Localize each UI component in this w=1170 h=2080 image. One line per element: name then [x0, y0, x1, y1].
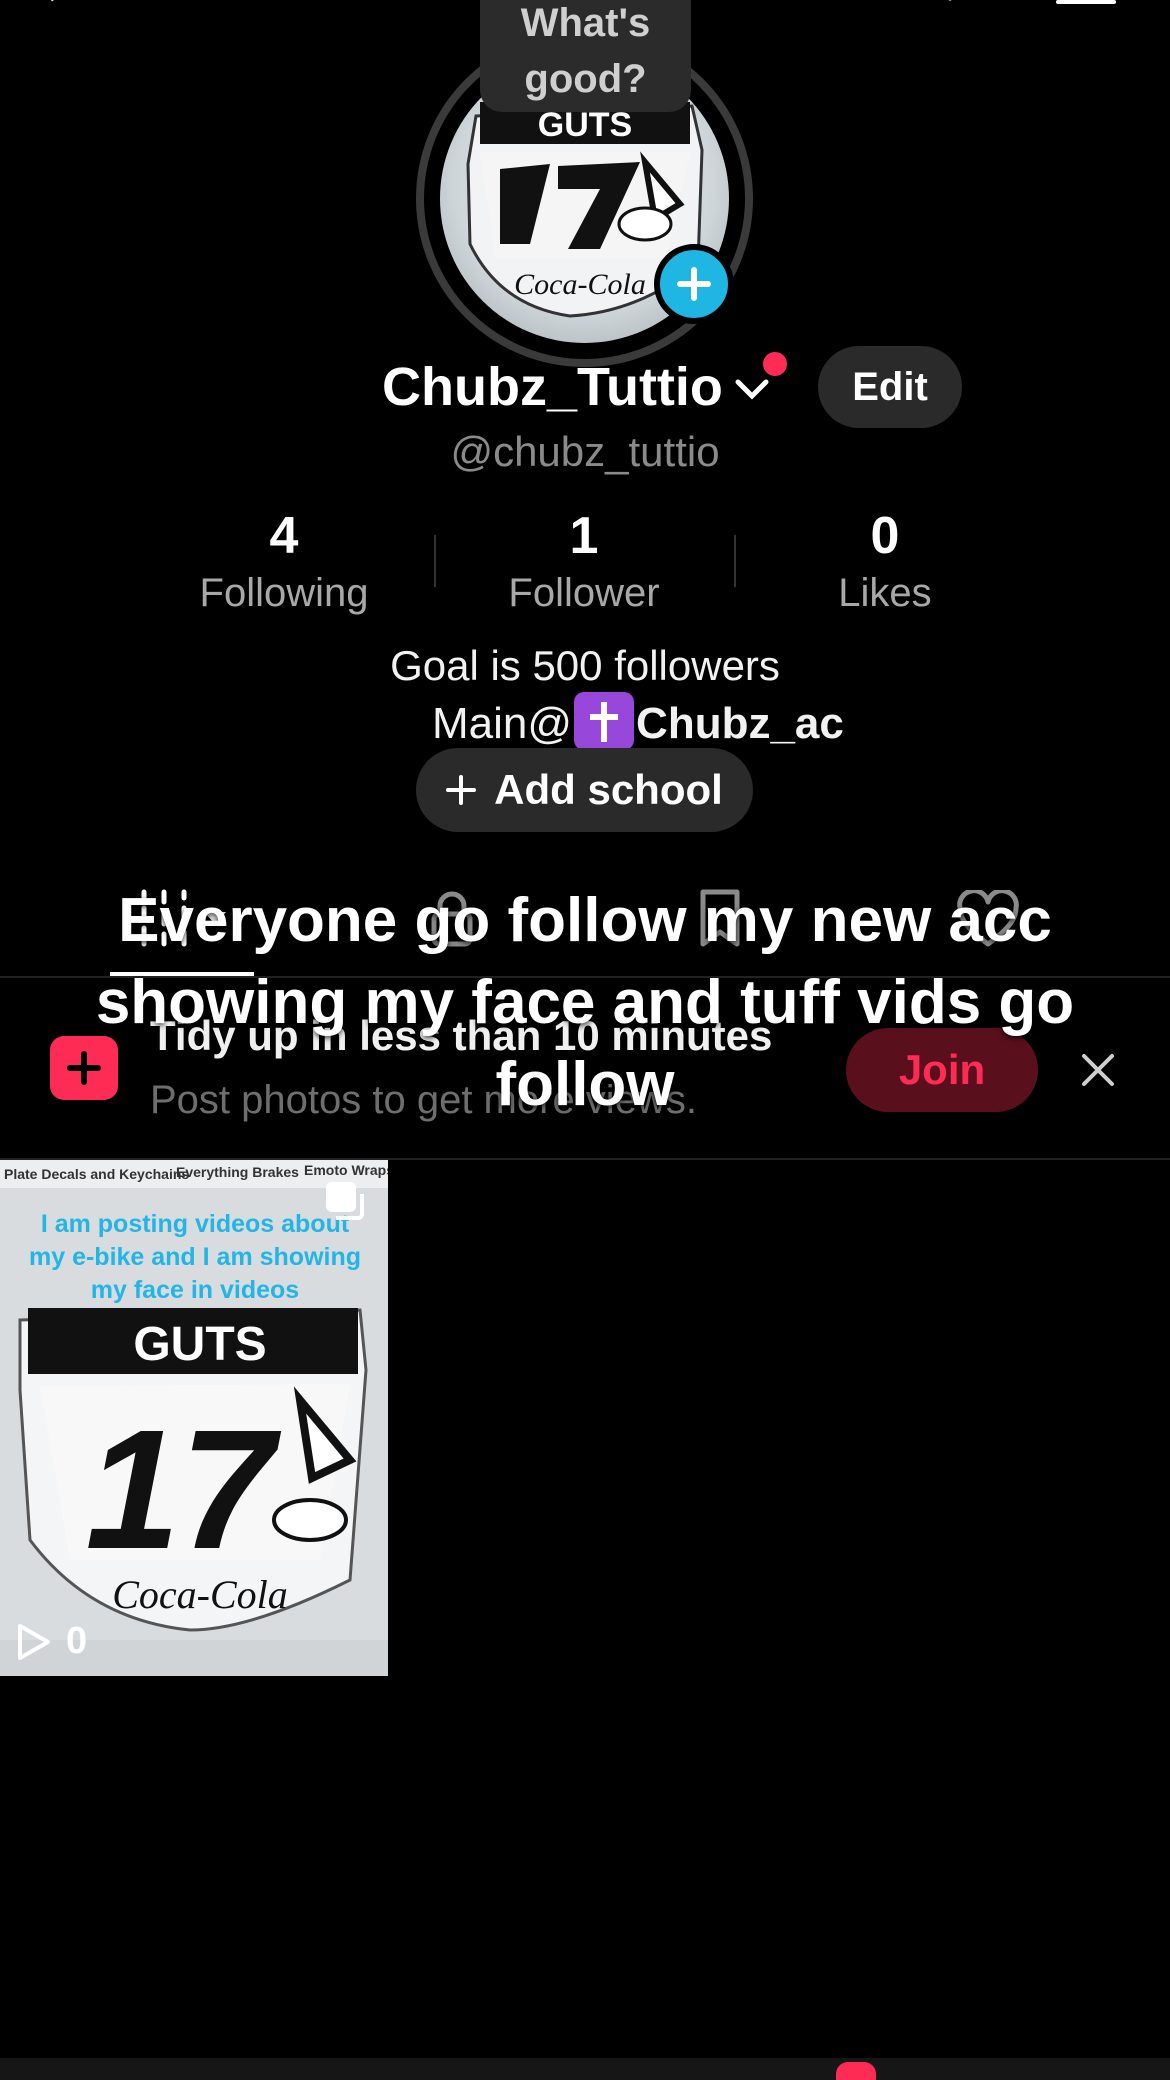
stat-following[interactable]: 4 Following — [164, 505, 404, 619]
tile-top-label: Everything Brakes — [176, 1164, 299, 1180]
overlay-caption: Everyone go follow my new acc showing my… — [95, 886, 1075, 1119]
play-icon — [18, 1623, 50, 1660]
video-caption: I am posting videos about my e-bike and … — [28, 1210, 362, 1304]
plate-number: 17 — [85, 1395, 282, 1585]
stat-likes[interactable]: 0 Likes — [765, 505, 1005, 619]
name-row: Chubz_Tuttio — [0, 350, 1170, 422]
notification-dot — [763, 352, 787, 376]
display-name[interactable]: Chubz_Tuttio — [382, 356, 723, 418]
add-avatar-button[interactable] — [654, 244, 734, 324]
svg-text:Coca-Cola: Coca-Cola — [514, 268, 646, 301]
edit-profile-button[interactable]: Edit — [818, 346, 962, 428]
plus-icon — [446, 775, 477, 805]
stat-followers[interactable]: 1 Follower — [464, 505, 704, 619]
multi-photo-icon — [326, 1182, 364, 1220]
status-bubble[interactable]: What's good? — [480, 0, 691, 112]
latin-cross-emoji-icon — [574, 692, 635, 750]
stat-likes-label: Likes — [838, 571, 932, 615]
status-bar-fragment-left — [40, 0, 120, 6]
stat-likes-value: 0 — [870, 507, 900, 565]
stat-followers-value: 1 — [569, 507, 599, 565]
plate-brand-bottom: Coca-Cola — [112, 1572, 288, 1617]
plate-brand-top: GUTS — [133, 1318, 266, 1371]
status-bar-fragment-right — [820, 0, 1000, 6]
username-handle: @chubz_tuttio — [450, 428, 720, 475]
stat-divider — [734, 535, 736, 587]
tile-top-label: Emoto Wraps — [304, 1162, 388, 1178]
inbox-badge — [836, 2062, 876, 2080]
bio-line-2: Main@ Chubz_ac — [432, 692, 844, 750]
stat-following-label: Following — [199, 571, 369, 615]
stat-followers-label: Follower — [508, 571, 660, 615]
stat-following-value: 4 — [269, 507, 299, 565]
chevron-down-icon[interactable] — [732, 374, 772, 404]
stat-divider — [434, 535, 436, 587]
video-view-count: 0 — [66, 1620, 88, 1662]
bio-mention[interactable]: Chubz_ac — [636, 699, 844, 748]
bottom-nav — [0, 2058, 1170, 2080]
add-school-button[interactable]: Add school — [416, 748, 753, 832]
plus-icon — [677, 267, 711, 301]
menu-icon[interactable] — [1056, 0, 1116, 4]
video-views: 0 — [16, 1620, 87, 1663]
tile-top-label: Plate Decals and Keychains — [4, 1166, 190, 1182]
video-tile[interactable]: GUTS 17 Coca-Cola Plate Decals and Keych… — [0, 1160, 388, 1676]
bio-prefix: Main@ — [432, 699, 573, 748]
bio-line-1: Goal is 500 followers — [390, 642, 780, 689]
add-school-label: Add school — [494, 766, 723, 813]
status-bubble-text: What's good? — [520, 1, 651, 101]
